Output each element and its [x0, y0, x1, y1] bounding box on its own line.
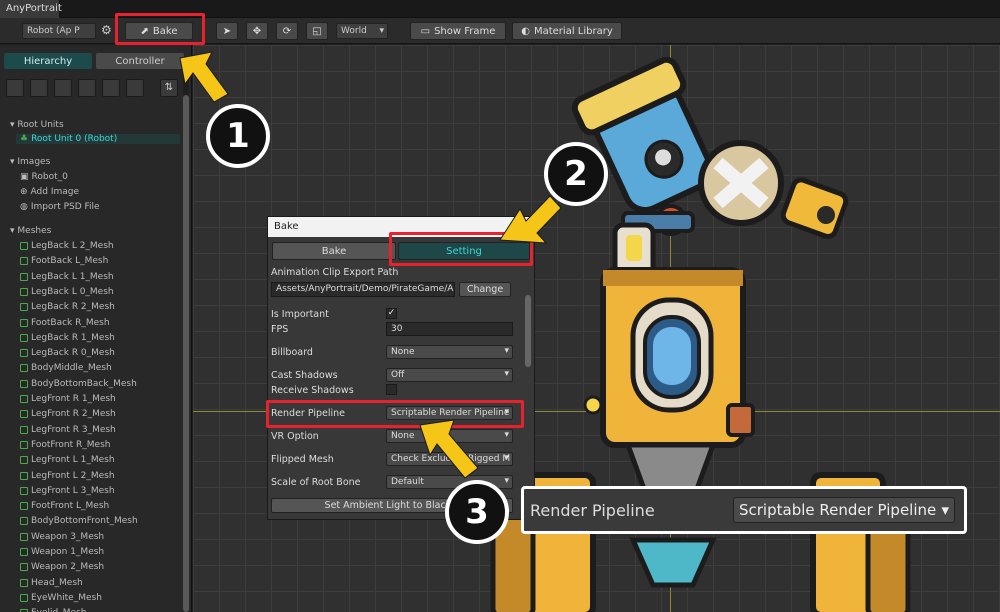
arrow-3-icon: [419, 419, 479, 479]
zoom-callout-select: Scriptable Render Pipeline ▾: [733, 497, 955, 523]
zoom-callout: Render Pipeline Scriptable Render Pipeli…: [521, 486, 967, 534]
zoom-callout-value: Scriptable Render Pipeline: [739, 501, 937, 519]
step-3-badge: 3: [445, 480, 509, 544]
chevron-down-icon: ▾: [941, 501, 949, 519]
arrow-1-icon: [179, 51, 229, 103]
step-1-badge: 1: [206, 104, 270, 168]
arrow-2-icon: [499, 195, 562, 244]
step-2-badge: 2: [544, 142, 608, 206]
zoom-callout-label: Render Pipeline: [530, 501, 655, 520]
